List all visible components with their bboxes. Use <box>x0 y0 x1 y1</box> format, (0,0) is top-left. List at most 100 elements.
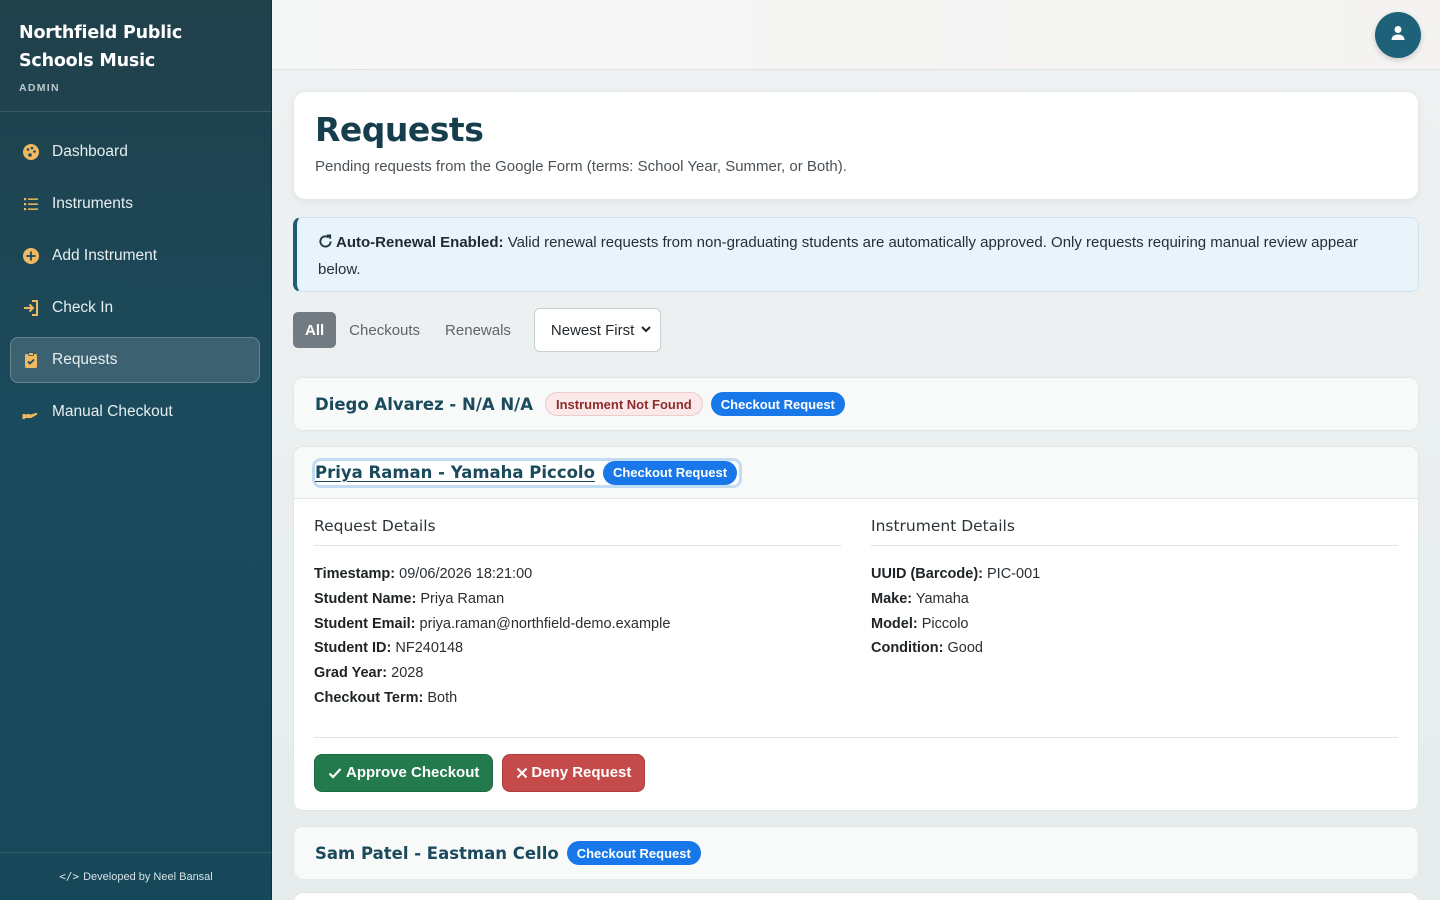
tab-renewals[interactable]: Renewals <box>433 312 523 348</box>
sidebar-nav: Dashboard Instruments Add Instrument Che… <box>0 112 271 435</box>
code-icon: </> <box>59 870 80 883</box>
role-label: ADMIN <box>19 82 60 94</box>
request-title: Diego Alvarez - N/A N/A <box>315 394 533 414</box>
clipboard-icon <box>22 351 40 369</box>
field-student-name: Student Name: Priya Raman <box>314 587 841 612</box>
field-student-email: Student Email: priya.raman@northfield-de… <box>314 612 841 637</box>
sidebar-item-label: Dashboard <box>52 143 128 160</box>
request-header[interactable]: Sam Patel - Eastman Cello Checkout Reque… <box>294 827 1418 879</box>
field-label: Condition: <box>871 640 944 657</box>
approve-checkout-button[interactable]: Approve Checkout <box>314 753 494 792</box>
request-card: Priya Raman - Yamaha Piccolo Checkout Re… <box>293 446 1419 811</box>
request-details: Request Details Timestamp: 09/06/2026 18… <box>294 499 1418 711</box>
sidebar-item-label: Instruments <box>52 195 133 212</box>
main-content: Requests Pending requests from the Googl… <box>272 70 1440 900</box>
sign-in-icon <box>22 299 40 317</box>
palette-icon <box>22 143 40 161</box>
sidebar-item-dashboard[interactable]: Dashboard <box>10 129 260 175</box>
refresh-icon <box>318 232 333 257</box>
request-card: Sam Patel - Eastman Cello Checkout Reque… <box>293 826 1419 879</box>
field-label: Make: <box>871 590 913 607</box>
field-value: NF240148 <box>395 640 464 657</box>
request-details-column: Request Details Timestamp: 09/06/2026 18… <box>314 517 841 711</box>
sidebar-item-label: Add Instrument <box>52 247 158 264</box>
field-label: Model: <box>871 615 918 632</box>
approve-label: Approve Checkout <box>346 764 480 782</box>
field-value: Both <box>427 689 458 706</box>
alert-title: Auto-Renewal Enabled: <box>336 234 504 251</box>
user-icon <box>1390 25 1406 45</box>
status-badge: Checkout Request <box>602 460 738 485</box>
field-value: Priya Raman <box>420 590 505 607</box>
field-value: 2028 <box>391 665 424 682</box>
sidebar-item-requests[interactable]: Requests <box>10 337 260 383</box>
brand-title-line1: Northfield Public <box>19 23 183 43</box>
field-student-id: Student ID: NF240148 <box>314 636 841 661</box>
sidebar-item-check-in[interactable]: Check In <box>10 285 260 331</box>
sidebar: Northfield Public Schools Music ADMIN Da… <box>0 0 272 900</box>
app-root: Northfield Public Schools Music ADMIN Da… <box>0 0 1440 900</box>
request-header: Priya Raman - Yamaha Piccolo Checkout Re… <box>294 447 1418 499</box>
top-bar <box>272 0 1440 70</box>
field-value: 09/06/2026 18:21:00 <box>399 566 533 582</box>
field-label: UUID (Barcode): <box>871 566 983 582</box>
divider <box>314 736 1398 738</box>
field-value: Yamaha <box>915 590 969 607</box>
status-badge: Checkout Request <box>566 841 701 865</box>
field-label: Grad Year: <box>314 665 388 682</box>
deny-request-button[interactable]: Deny Request <box>502 753 646 792</box>
field-label: Student ID: <box>314 640 392 657</box>
field-condition: Condition: Good <box>871 636 1398 661</box>
request-title: Sam Patel - Eastman Cello <box>315 843 559 863</box>
status-badge: Instrument Not Found <box>544 392 703 416</box>
request-details-title: Request Details <box>314 517 841 546</box>
field-label: Checkout Term: <box>314 689 424 706</box>
check-icon <box>328 766 342 780</box>
field-value: priya.raman@northfield-demo.example <box>419 615 671 632</box>
field-label: Timestamp: <box>314 566 396 582</box>
auto-renewal-alert: Auto-Renewal Enabled: Valid renewal requ… <box>293 217 1419 292</box>
close-icon <box>516 767 528 779</box>
list-icon <box>22 195 40 213</box>
tab-checkouts[interactable]: Checkouts <box>337 312 432 348</box>
page-description: Pending requests from the Google Form (t… <box>315 158 847 175</box>
request-header[interactable]: Diego Alvarez - N/A N/A Instrument Not F… <box>294 378 1418 430</box>
sidebar-footer: </> Developed by Neel Bansal <box>0 852 272 900</box>
brand: Northfield Public Schools Music ADMIN <box>0 0 271 112</box>
hand-icon <box>22 403 40 421</box>
field-label: Student Email: <box>314 615 416 632</box>
sidebar-item-label: Requests <box>52 351 118 368</box>
field-value: Piccolo <box>921 615 969 632</box>
sidebar-item-label: Manual Checkout <box>52 403 173 420</box>
footer-credit: Developed by Neel Bansal <box>83 870 213 883</box>
sort-select[interactable]: Newest First <box>533 308 661 352</box>
page-header-card: Requests Pending requests from the Googl… <box>293 91 1419 200</box>
field-model: Model: Piccolo <box>871 612 1398 637</box>
brand-title-line2: Schools Music <box>19 51 156 71</box>
sidebar-item-instruments[interactable]: Instruments <box>10 181 260 227</box>
sort-select-value: Newest First <box>550 321 635 339</box>
request-card: Diego Alvarez - N/A N/A Instrument Not F… <box>293 377 1419 431</box>
field-uuid: UUID (Barcode): PIC-001 <box>871 562 1398 587</box>
plus-circle-icon <box>22 247 40 265</box>
field-grad-year: Grad Year: 2028 <box>314 661 841 686</box>
avatar-button[interactable] <box>1375 12 1421 58</box>
field-value: PIC-001 <box>987 566 1041 582</box>
sidebar-item-label: Check In <box>52 299 114 316</box>
field-label: Student Name: <box>314 590 417 607</box>
tab-all[interactable]: All <box>293 312 337 348</box>
field-value: Good <box>947 640 983 657</box>
field-timestamp: Timestamp: 09/06/2026 18:21:00 <box>314 562 841 587</box>
sidebar-item-add-instrument[interactable]: Add Instrument <box>10 233 260 279</box>
field-make: Make: Yamaha <box>871 587 1398 612</box>
field-checkout-term: Checkout Term: Both <box>314 686 841 711</box>
chevron-down-icon <box>640 322 652 339</box>
request-card <box>293 892 1419 900</box>
request-toggle[interactable]: Priya Raman - Yamaha Piccolo Checkout Re… <box>315 460 740 485</box>
deny-label: Deny Request <box>531 764 632 782</box>
sidebar-item-manual-checkout[interactable]: Manual Checkout <box>10 389 260 435</box>
instrument-details-column: Instrument Details UUID (Barcode): PIC-0… <box>871 517 1398 711</box>
request-actions: Approve Checkout Deny Request <box>294 753 1418 792</box>
instrument-details-title: Instrument Details <box>871 517 1398 546</box>
request-title: Priya Raman - Yamaha Piccolo <box>315 463 595 482</box>
